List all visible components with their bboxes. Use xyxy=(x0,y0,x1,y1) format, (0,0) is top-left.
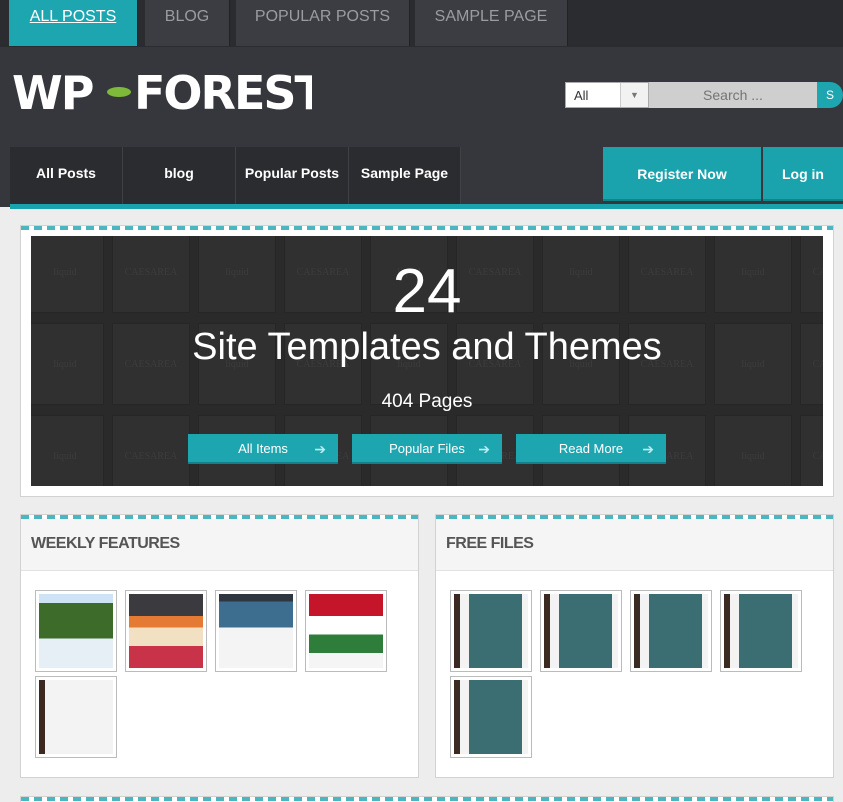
hero-pages: 404 Pages xyxy=(381,391,473,412)
hero-title: Site Templates and Themes xyxy=(192,326,662,368)
tab-sample-page[interactable]: SAMPLE PAGE xyxy=(415,0,568,46)
hero-tile: CAESAREA xyxy=(800,415,823,486)
free-files-panel: FREE FILES xyxy=(435,514,834,778)
search-input[interactable] xyxy=(649,82,817,108)
thumbnail[interactable] xyxy=(720,590,802,672)
free-files-title: FREE FILES xyxy=(446,535,534,552)
read-more-label: Read More xyxy=(558,441,624,456)
read-more-button[interactable]: Read More ➔ xyxy=(516,434,666,464)
thumbnail[interactable] xyxy=(450,676,532,758)
thumbnail[interactable] xyxy=(125,590,207,672)
hero-tile: liquid xyxy=(714,415,792,486)
thumbnail[interactable] xyxy=(305,590,387,672)
site-header: WP FOREST All ▼ S All Posts blog Popular… xyxy=(0,47,843,209)
search-category-value: All xyxy=(574,88,589,103)
arrow-right-icon: ➔ xyxy=(478,441,490,457)
popular-files-button[interactable]: Popular Files ➔ xyxy=(352,434,502,464)
svg-text:FOREST: FOREST xyxy=(134,69,312,115)
register-button[interactable]: Register Now xyxy=(603,147,761,201)
hero-tile: CAESAREA xyxy=(112,415,190,486)
search-button[interactable]: S xyxy=(817,82,843,108)
nav-item-sample-page[interactable]: Sample Page xyxy=(349,147,461,204)
arrow-right-icon: ➔ xyxy=(314,441,326,457)
dashed-divider xyxy=(21,226,833,230)
weekly-features-title: WEEKLY FEATURES xyxy=(31,535,180,552)
thumbnail[interactable] xyxy=(35,676,117,758)
hero-tile: liquid xyxy=(31,415,104,486)
tab-blog[interactable]: BLOG xyxy=(145,0,230,46)
dashed-divider xyxy=(21,797,833,801)
weekly-features-panel: WEEKLY FEATURES xyxy=(20,514,419,778)
header-accent-line xyxy=(10,204,843,209)
panel-header: WEEKLY FEATURES xyxy=(21,519,418,571)
site-logo[interactable]: WP FOREST xyxy=(12,69,312,115)
all-items-label: All Items xyxy=(238,441,288,456)
all-items-button[interactable]: All Items ➔ xyxy=(188,434,338,464)
hero-banner: liquid CAESAREA liquid CAESAREA liquid CAESAR… xyxy=(31,236,823,486)
thumbnail[interactable] xyxy=(450,590,532,672)
svg-text:WP: WP xyxy=(12,69,93,115)
nav-item-all-posts[interactable]: All Posts xyxy=(10,147,123,204)
nav-item-blog[interactable]: blog xyxy=(123,147,236,204)
chevron-down-icon: ▼ xyxy=(620,83,648,107)
thumbnail[interactable] xyxy=(215,590,297,672)
hero-count: 24 xyxy=(392,257,462,326)
login-button[interactable]: Log in xyxy=(763,147,843,201)
tab-popular-posts[interactable]: POPULAR POSTS xyxy=(236,0,410,46)
next-section-box xyxy=(20,796,834,802)
nav-item-popular-posts[interactable]: Popular Posts xyxy=(236,147,349,204)
top-tab-bar: ALL POSTS BLOG POPULAR POSTS SAMPLE PAGE xyxy=(0,0,843,47)
hero-box: liquid CAESAREA liquid CAESAREA liquid CAESAR… xyxy=(20,225,834,497)
panel-header: FREE FILES xyxy=(436,519,833,571)
popular-files-label: Popular Files xyxy=(389,441,465,456)
arrow-right-icon: ➔ xyxy=(642,441,654,457)
thumbnail[interactable] xyxy=(35,590,117,672)
thumbnail[interactable] xyxy=(540,590,622,672)
tab-all-posts[interactable]: ALL POSTS xyxy=(9,0,138,46)
search-category-select[interactable]: All ▼ xyxy=(565,82,649,108)
thumbnail[interactable] xyxy=(630,590,712,672)
